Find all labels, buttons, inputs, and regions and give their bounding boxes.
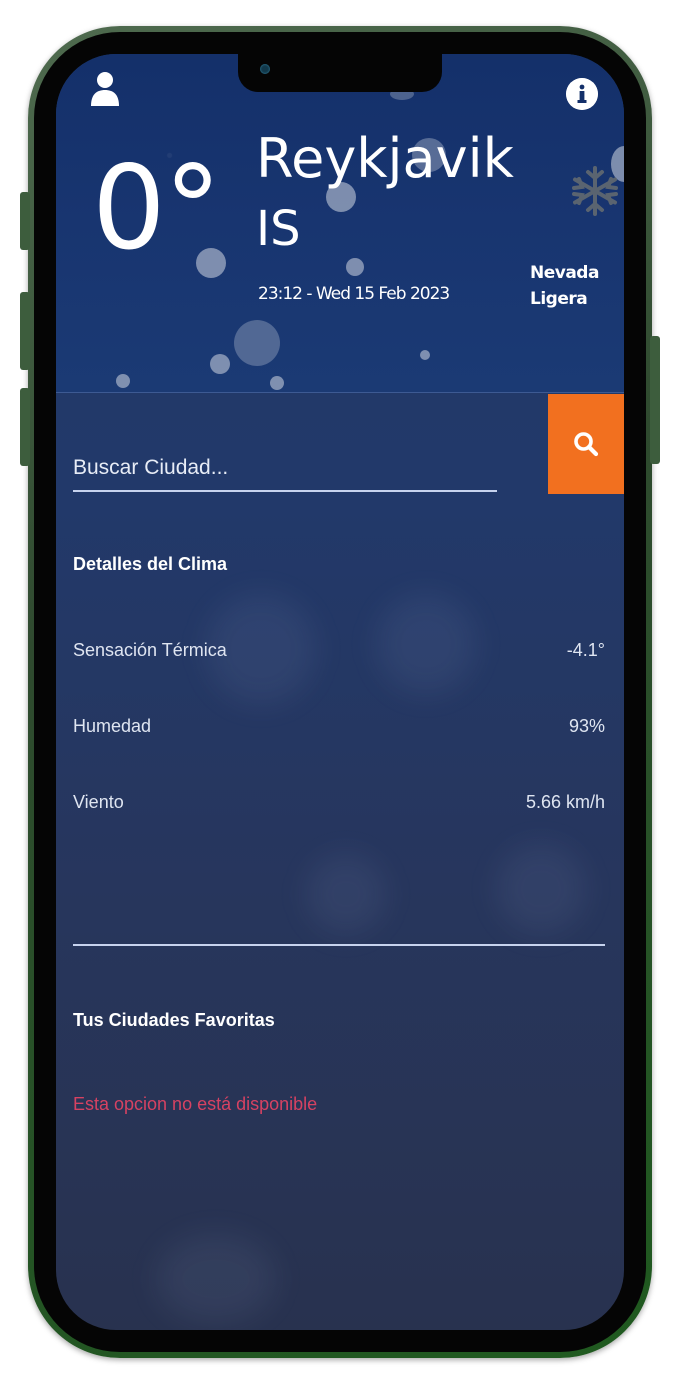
detail-row-feels-like: Sensación Térmica -4.1° (73, 640, 605, 661)
detail-label: Sensación Térmica (73, 640, 227, 660)
country-code: IS (256, 201, 301, 257)
condition-line-2: Ligera (530, 289, 588, 309)
unavailable-message: Esta opcion no está disponible (73, 1094, 318, 1114)
silent-switch (20, 192, 30, 250)
date-time: 23:12 - Wed 15 Feb 2023 (258, 284, 450, 304)
weather-condition: Nevada Ligera (530, 260, 599, 312)
search-input[interactable] (73, 446, 497, 492)
search-icon (574, 432, 599, 457)
front-camera (260, 64, 270, 74)
current-temperature: 0° (92, 141, 222, 276)
snowflake-dot (346, 258, 364, 276)
detail-label: Viento (73, 792, 124, 812)
weather-header: 0° Reykjavik IS 23:12 - Wed 15 Feb 2023 … (56, 54, 624, 393)
snowflake-dot (234, 320, 280, 366)
bg-blur (496, 844, 586, 934)
bg-blur (306, 854, 386, 934)
detail-value: 93% (568, 716, 605, 736)
info-icon[interactable] (566, 78, 598, 110)
bg-blur (156, 1234, 276, 1324)
notch (238, 54, 442, 92)
snowflake-dot (270, 376, 284, 390)
detail-row-wind: Viento 5.66 km/h (73, 792, 605, 813)
volume-up-button (20, 292, 30, 370)
detail-value: -4.1° (566, 640, 605, 660)
section-divider (73, 944, 605, 946)
snowflake-dot (210, 354, 230, 374)
app-screen: 0° Reykjavik IS 23:12 - Wed 15 Feb 2023 … (56, 54, 624, 1330)
power-button (650, 336, 660, 464)
snowflake-icon (572, 166, 618, 216)
user-icon[interactable] (88, 70, 122, 106)
favorite-cities-title: Tus Ciudades Favoritas (73, 1010, 275, 1030)
detail-row-humidity: Humedad 93% (73, 716, 605, 737)
condition-line-1: Nevada (530, 263, 599, 283)
snowflake-dot (420, 350, 430, 360)
city-name: Reykjavik (256, 127, 514, 190)
detail-value: 5.66 km/h (525, 792, 605, 812)
detail-label: Humedad (73, 716, 152, 736)
snowflake-dot (116, 374, 130, 388)
volume-down-button (20, 388, 30, 466)
search-button[interactable] (548, 394, 624, 494)
weather-details-title: Detalles del Clima (73, 554, 228, 574)
